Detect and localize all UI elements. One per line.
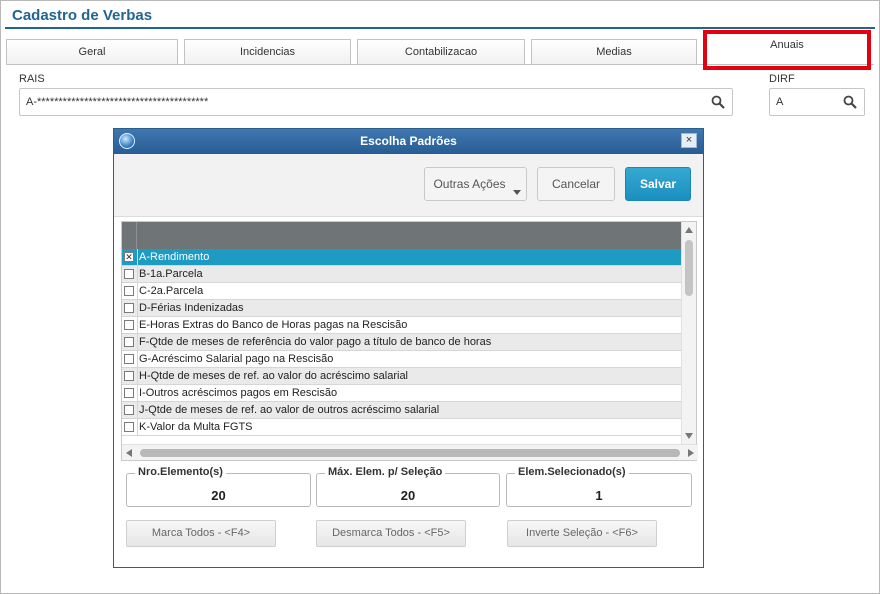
tab-geral[interactable]: Geral bbox=[6, 39, 178, 64]
invert-selection-button[interactable]: Inverte Seleção - <F6> bbox=[507, 520, 657, 547]
row-label: H-Qtde de meses de ref. ao valor do acré… bbox=[139, 370, 409, 382]
row-checkbox[interactable] bbox=[124, 354, 134, 364]
horizontal-scroll-thumb[interactable] bbox=[140, 449, 680, 457]
scroll-left-icon[interactable] bbox=[126, 449, 132, 457]
dirf-value: A bbox=[776, 96, 784, 108]
cell-separator bbox=[137, 266, 138, 283]
cell-separator bbox=[137, 283, 138, 300]
row-checkbox[interactable] bbox=[124, 286, 134, 296]
cell-separator bbox=[137, 334, 138, 351]
mark-all-button[interactable]: Marca Todos - <F4> bbox=[126, 520, 276, 547]
grid-row[interactable]: E-Horas Extras do Banco de Horas pagas n… bbox=[122, 317, 683, 334]
tab-medias[interactable]: Medias bbox=[531, 39, 697, 64]
unmark-all-button[interactable]: Desmarca Todos - <F5> bbox=[316, 520, 466, 547]
standards-grid: ✕ A-Rendimento B-1a.Parcela C-2a.Parcela D-F… bbox=[121, 221, 698, 461]
page-title: Cadastro de Verbas bbox=[12, 7, 153, 24]
main-window: Cadastro de Verbas Geral Incidencias Con… bbox=[0, 0, 880, 594]
grid-row[interactable]: F-Qtde de meses de referência do valor p… bbox=[122, 334, 683, 351]
nro-elementos-value: 20 bbox=[211, 488, 226, 503]
outras-acoes-button[interactable]: Outras Ações bbox=[424, 167, 527, 201]
grid-header bbox=[122, 222, 683, 249]
selecionados-label: Elem.Selecionado(s) bbox=[515, 466, 629, 478]
cell-separator bbox=[137, 368, 138, 385]
tab-contabilizacao[interactable]: Contabilizacao bbox=[357, 39, 525, 64]
dialog-titlebar[interactable]: Escolha Padrões × bbox=[114, 129, 703, 154]
cell-separator bbox=[137, 351, 138, 368]
row-checkbox[interactable] bbox=[124, 337, 134, 347]
grid-header-check-column[interactable] bbox=[122, 222, 137, 249]
close-icon[interactable]: × bbox=[681, 133, 697, 148]
row-checkbox[interactable] bbox=[124, 388, 134, 398]
save-button[interactable]: Salvar bbox=[625, 167, 691, 201]
row-checkbox[interactable] bbox=[124, 405, 134, 415]
row-checkbox[interactable] bbox=[124, 269, 134, 279]
tab-incidencias[interactable]: Incidencias bbox=[184, 39, 351, 64]
grid-row[interactable]: H-Qtde de meses de ref. ao valor do acré… bbox=[122, 368, 683, 385]
row-label: E-Horas Extras do Banco de Horas pagas n… bbox=[139, 319, 408, 331]
row-checkbox[interactable] bbox=[124, 303, 134, 313]
cell-separator bbox=[137, 300, 138, 317]
nro-elementos-label: Nro.Elemento(s) bbox=[135, 466, 226, 478]
row-label: B-1a.Parcela bbox=[139, 268, 203, 280]
outras-acoes-label: Outras Ações bbox=[433, 177, 506, 191]
grid-body: ✕ A-Rendimento B-1a.Parcela C-2a.Parcela D-F… bbox=[122, 249, 683, 436]
dialog-title: Escolha Padrões bbox=[360, 134, 457, 148]
title-divider bbox=[5, 27, 875, 29]
max-elem-counter: Máx. Elem. p/ Seleção 20 bbox=[316, 466, 500, 507]
grid-row[interactable]: D-Férias Indenizadas bbox=[122, 300, 683, 317]
anuais-highlight-box bbox=[703, 30, 871, 70]
selecionados-counter: Elem.Selecionado(s) 1 bbox=[506, 466, 692, 507]
max-elem-label: Máx. Elem. p/ Seleção bbox=[325, 466, 446, 478]
cell-separator bbox=[137, 402, 138, 419]
dialog-toolbar: Outras Ações Cancelar Salvar bbox=[114, 154, 703, 217]
escolha-padroes-dialog: Escolha Padrões × Outras Ações Cancelar … bbox=[113, 128, 704, 568]
row-checkbox[interactable] bbox=[124, 371, 134, 381]
row-label: G-Acréscimo Salarial pago na Rescisão bbox=[139, 353, 334, 365]
chevron-down-icon bbox=[513, 190, 521, 195]
grid-row[interactable]: I-Outros acréscimos pagos em Rescisão bbox=[122, 385, 683, 402]
rais-search-icon[interactable] bbox=[711, 95, 725, 109]
grid-row[interactable]: ✕ A-Rendimento bbox=[122, 249, 683, 266]
horizontal-scrollbar[interactable] bbox=[122, 444, 698, 460]
row-checkbox[interactable] bbox=[124, 422, 134, 432]
cell-separator bbox=[137, 385, 138, 402]
row-label: J-Qtde de meses de ref. ao valor de outr… bbox=[139, 404, 440, 416]
cell-separator bbox=[137, 249, 138, 266]
grid-row[interactable]: C-2a.Parcela bbox=[122, 283, 683, 300]
max-elem-value: 20 bbox=[400, 488, 416, 503]
row-label: F-Qtde de meses de referência do valor p… bbox=[139, 336, 492, 348]
dirf-search-icon[interactable] bbox=[843, 95, 857, 109]
row-label: C-2a.Parcela bbox=[139, 285, 204, 297]
grid-row[interactable]: B-1a.Parcela bbox=[122, 266, 683, 283]
grid-row[interactable]: J-Qtde de meses de ref. ao valor de outr… bbox=[122, 402, 683, 419]
scroll-up-icon[interactable] bbox=[685, 227, 693, 233]
vertical-scrollbar[interactable] bbox=[681, 222, 696, 444]
row-label: A-Rendimento bbox=[139, 251, 210, 263]
row-label: D-Férias Indenizadas bbox=[139, 302, 244, 314]
scroll-down-icon[interactable] bbox=[685, 433, 693, 439]
dirf-label: DIRF bbox=[769, 73, 795, 85]
cancel-button[interactable]: Cancelar bbox=[537, 167, 615, 201]
row-checkbox[interactable] bbox=[124, 320, 134, 330]
rais-field[interactable]: A-**************************************… bbox=[19, 88, 733, 116]
row-label: I-Outros acréscimos pagos em Rescisão bbox=[139, 387, 338, 399]
nro-elementos-counter: Nro.Elemento(s) 20 bbox=[126, 466, 311, 507]
selecionados-value: 1 bbox=[595, 488, 603, 503]
row-checkbox[interactable]: ✕ bbox=[124, 252, 134, 262]
dirf-field[interactable]: A bbox=[769, 88, 865, 116]
rais-label: RAIS bbox=[19, 73, 45, 85]
cell-separator bbox=[137, 317, 138, 334]
scroll-right-icon[interactable] bbox=[688, 449, 694, 457]
vertical-scroll-thumb[interactable] bbox=[685, 240, 693, 296]
grid-row[interactable]: K-Valor da Multa FGTS bbox=[122, 419, 683, 436]
grid-row[interactable]: G-Acréscimo Salarial pago na Rescisão bbox=[122, 351, 683, 368]
cell-separator bbox=[137, 419, 138, 436]
rais-value: A-**************************************… bbox=[26, 96, 209, 108]
row-label: K-Valor da Multa FGTS bbox=[139, 421, 253, 433]
